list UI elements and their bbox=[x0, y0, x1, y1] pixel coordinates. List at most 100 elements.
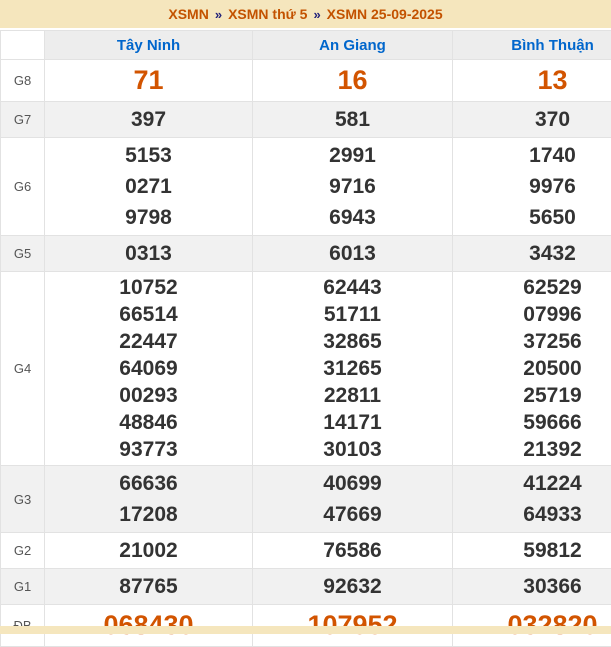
result-number: 66636 bbox=[45, 468, 252, 499]
result-number: 59812 bbox=[453, 535, 611, 566]
prize-label-g1: G1 bbox=[1, 569, 45, 605]
result-cell: 21002 bbox=[45, 533, 253, 569]
result-cell: 6663617208 bbox=[45, 466, 253, 533]
result-number: 31265 bbox=[253, 355, 452, 382]
result-cell: 4069947669 bbox=[253, 466, 453, 533]
result-cell: 515302719798 bbox=[45, 138, 253, 236]
result-cell: 30366 bbox=[453, 569, 611, 605]
result-cell: 76586 bbox=[253, 533, 453, 569]
result-number: 93773 bbox=[45, 436, 252, 463]
result-number: 6943 bbox=[253, 202, 452, 233]
result-number: 37256 bbox=[453, 328, 611, 355]
result-cell: 397 bbox=[45, 102, 253, 138]
result-cell: 10752665142244764069002934884693773 bbox=[45, 272, 253, 466]
breadcrumb-link-xsmn[interactable]: XSMN bbox=[168, 6, 208, 22]
result-number: 64933 bbox=[453, 499, 611, 530]
result-number: 92632 bbox=[253, 571, 452, 602]
prize-row-g5: G5031360133432 bbox=[1, 236, 611, 272]
result-number: 1740 bbox=[453, 140, 611, 171]
result-number: 40699 bbox=[253, 468, 452, 499]
result-cell: 0313 bbox=[45, 236, 253, 272]
result-number: 59666 bbox=[453, 409, 611, 436]
result-number: 71 bbox=[45, 62, 252, 99]
result-number: 9716 bbox=[253, 171, 452, 202]
prize-row-g2: G2210027658659812 bbox=[1, 533, 611, 569]
result-number: 2991 bbox=[253, 140, 452, 171]
breadcrumb-separator: » bbox=[313, 7, 320, 22]
result-number: 17208 bbox=[45, 499, 252, 530]
result-number: 13 bbox=[453, 62, 611, 99]
result-number: 10752 bbox=[45, 274, 252, 301]
result-number: 0313 bbox=[45, 238, 252, 269]
result-number: 22447 bbox=[45, 328, 252, 355]
result-cell: 581 bbox=[253, 102, 453, 138]
breadcrumb-link-xsmn-date[interactable]: XSMN 25-09-2025 bbox=[327, 6, 443, 22]
result-number: 66514 bbox=[45, 301, 252, 328]
result-number: 0271 bbox=[45, 171, 252, 202]
result-number: 51711 bbox=[253, 301, 452, 328]
column-header-tay-ninh[interactable]: Tây Ninh bbox=[45, 31, 253, 60]
footer-bar bbox=[0, 626, 611, 634]
breadcrumb-separator: » bbox=[215, 7, 222, 22]
prize-label-g8: G8 bbox=[1, 60, 45, 102]
prize-label-g4: G4 bbox=[1, 272, 45, 466]
result-number: 9798 bbox=[45, 202, 252, 233]
result-number: 6013 bbox=[253, 238, 452, 269]
result-number: 87765 bbox=[45, 571, 252, 602]
result-cell: 62529079963725620500257195966621392 bbox=[453, 272, 611, 466]
result-cell: 3432 bbox=[453, 236, 611, 272]
breadcrumb-link-xsmn-thu5[interactable]: XSMN thứ 5 bbox=[228, 6, 307, 22]
result-cell: 71 bbox=[45, 60, 253, 102]
results-table-viewport: Tây Ninh An Giang Bình Thuận G8711613G73… bbox=[0, 30, 611, 647]
result-number: 22811 bbox=[253, 382, 452, 409]
result-number: 5153 bbox=[45, 140, 252, 171]
result-number: 07996 bbox=[453, 301, 611, 328]
result-cell: 59812 bbox=[453, 533, 611, 569]
prize-label-g7: G7 bbox=[1, 102, 45, 138]
result-number: 14171 bbox=[253, 409, 452, 436]
corner-cell bbox=[1, 31, 45, 60]
result-cell: 4122464933 bbox=[453, 466, 611, 533]
result-cell: 62443517113286531265228111417130103 bbox=[253, 272, 453, 466]
result-number: 16 bbox=[253, 62, 452, 99]
result-number: 32865 bbox=[253, 328, 452, 355]
prize-label-g3: G3 bbox=[1, 466, 45, 533]
result-number: 00293 bbox=[45, 382, 252, 409]
result-cell: 6013 bbox=[253, 236, 453, 272]
result-number: 370 bbox=[453, 104, 611, 135]
result-cell: 16 bbox=[253, 60, 453, 102]
prize-row-g3: G3666361720840699476694122464933 bbox=[1, 466, 611, 533]
result-number: 64069 bbox=[45, 355, 252, 382]
result-number: 62529 bbox=[453, 274, 611, 301]
result-number: 581 bbox=[253, 104, 452, 135]
prize-row-g8: G8711613 bbox=[1, 60, 611, 102]
prize-label-g6: G6 bbox=[1, 138, 45, 236]
result-number: 62443 bbox=[253, 274, 452, 301]
prize-row-g6: G6515302719798299197166943174099765650 bbox=[1, 138, 611, 236]
result-cell: 174099765650 bbox=[453, 138, 611, 236]
breadcrumb: XSMN » XSMN thứ 5 » XSMN 25-09-2025 bbox=[0, 0, 611, 28]
result-number: 5650 bbox=[453, 202, 611, 233]
column-header-binh-thuan[interactable]: Bình Thuận bbox=[453, 31, 611, 60]
result-number: 9976 bbox=[453, 171, 611, 202]
result-cell: 13 bbox=[453, 60, 611, 102]
prize-row-g1: G1877659263230366 bbox=[1, 569, 611, 605]
result-number: 30366 bbox=[453, 571, 611, 602]
result-number: 21392 bbox=[453, 436, 611, 463]
result-cell: 299197166943 bbox=[253, 138, 453, 236]
prize-label-g5: G5 bbox=[1, 236, 45, 272]
result-number: 48846 bbox=[45, 409, 252, 436]
result-number: 25719 bbox=[453, 382, 611, 409]
result-number: 397 bbox=[45, 104, 252, 135]
prize-row-g4: G410752665142244764069002934884693773624… bbox=[1, 272, 611, 466]
column-header-an-giang[interactable]: An Giang bbox=[253, 31, 453, 60]
prize-label-g2: G2 bbox=[1, 533, 45, 569]
result-number: 30103 bbox=[253, 436, 452, 463]
result-number: 47669 bbox=[253, 499, 452, 530]
result-number: 76586 bbox=[253, 535, 452, 566]
result-cell: 87765 bbox=[45, 569, 253, 605]
lottery-results-table: Tây Ninh An Giang Bình Thuận G8711613G73… bbox=[0, 30, 611, 647]
table-header-row: Tây Ninh An Giang Bình Thuận bbox=[1, 31, 611, 60]
result-number: 21002 bbox=[45, 535, 252, 566]
results-tbody: G8711613G7397581370G65153027197982991971… bbox=[1, 60, 611, 647]
